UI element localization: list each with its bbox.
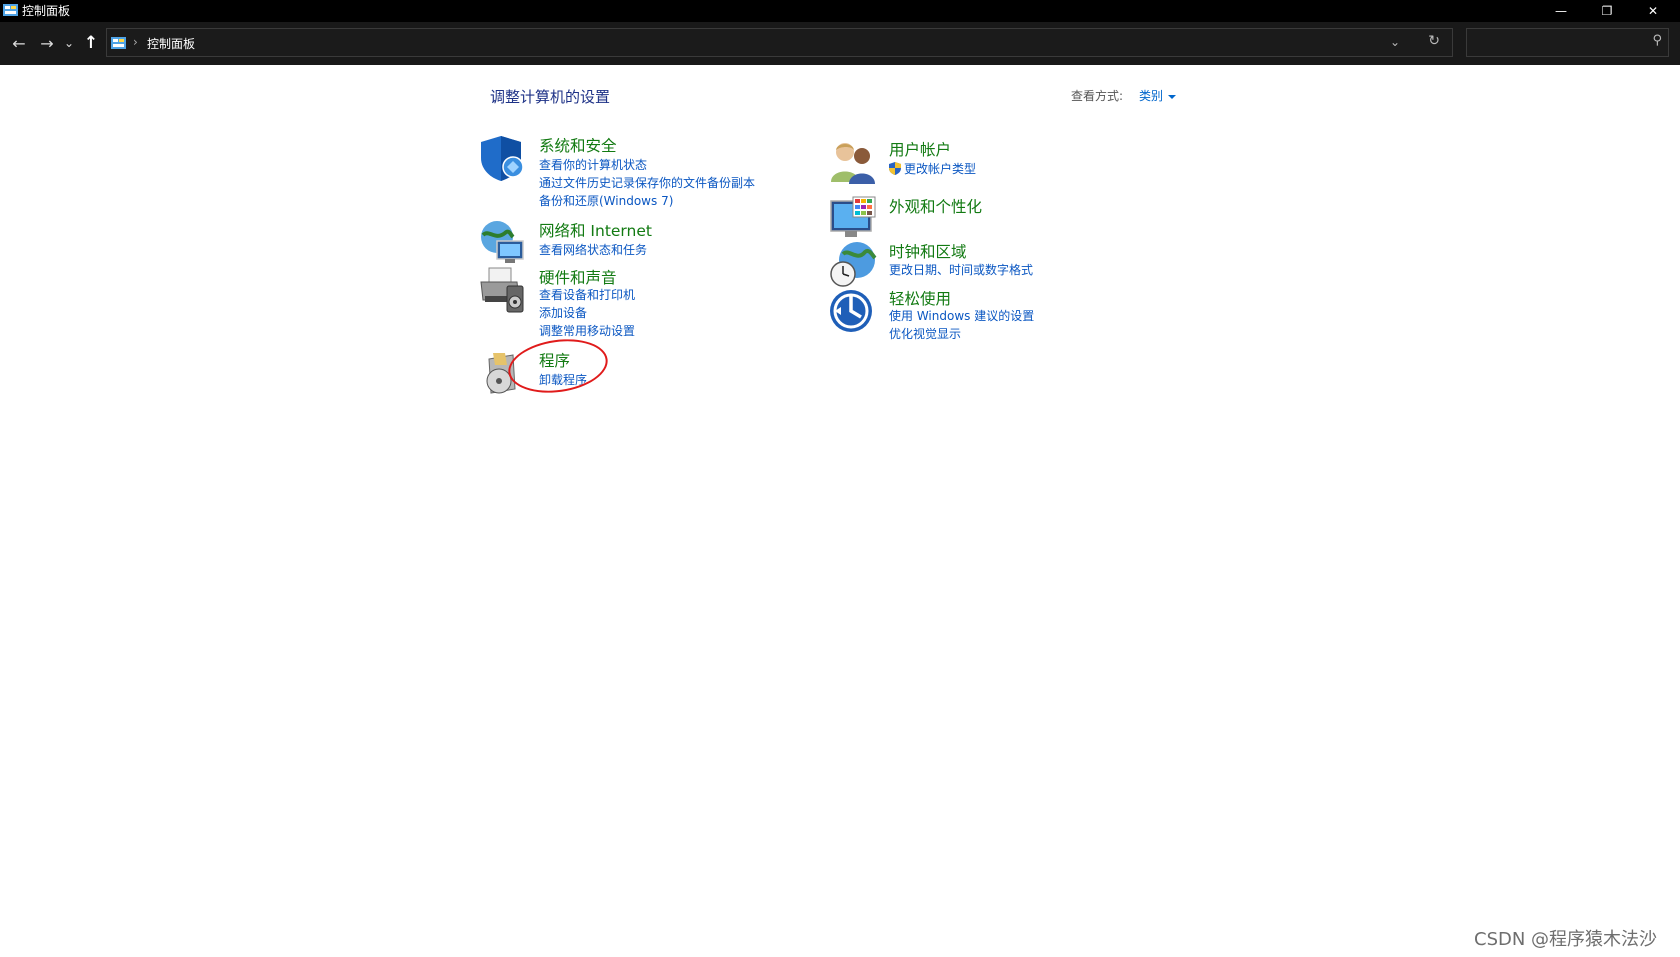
hardware-sound-title[interactable]: 硬件和声音 (539, 266, 617, 288)
category-network-internet: 网络和 Internet 查看网络状态和任务 (479, 219, 779, 265)
ease-of-access-icon[interactable] (829, 287, 877, 335)
hardware-link-3[interactable]: 调整常用移动设置 (539, 322, 635, 339)
breadcrumb-control-panel[interactable]: 控制面板 (147, 35, 195, 52)
shield-icon[interactable] (479, 134, 527, 182)
page-title: 调整计算机的设置 (490, 88, 611, 106)
clock-region-title[interactable]: 时钟和区域 (889, 240, 967, 262)
refresh-button[interactable]: ↻ (1428, 33, 1440, 49)
appearance-title[interactable]: 外观和个性化 (889, 195, 982, 217)
up-button[interactable]: ↑ (80, 30, 102, 56)
window-title: 控制面板 (22, 4, 71, 18)
close-button[interactable]: ✕ (1630, 0, 1676, 22)
minimize-button[interactable]: — (1538, 0, 1584, 22)
restore-button[interactable]: ❐ (1584, 0, 1630, 22)
search-icon[interactable]: ⚲ (1652, 33, 1662, 48)
user-accounts-title[interactable]: 用户帐户 (889, 138, 951, 160)
users-icon[interactable] (829, 138, 877, 186)
control-panel-icon (111, 37, 126, 49)
ease-of-access-link-2[interactable]: 优化视觉显示 (889, 325, 961, 342)
category-user-accounts: 用户帐户 更改帐户类型 (829, 138, 1079, 184)
hardware-link-2[interactable]: 添加设备 (539, 304, 587, 321)
address-bar[interactable]: › 控制面板 ⌄ ↻ (106, 28, 1453, 57)
ease-of-access-title[interactable]: 轻松使用 (889, 287, 951, 309)
network-link-1[interactable]: 查看网络状态和任务 (539, 241, 647, 258)
uac-shield-icon (889, 162, 901, 175)
breadcrumb-separator[interactable]: › (133, 35, 138, 49)
system-security-link-1[interactable]: 查看你的计算机状态 (539, 156, 647, 173)
user-accounts-link-text[interactable]: 更改帐户类型 (904, 162, 976, 176)
system-security-link-3[interactable]: 备份和还原(Windows 7) (539, 192, 673, 209)
user-accounts-link-1[interactable]: 更改帐户类型 (889, 160, 976, 177)
control-panel-icon (3, 4, 18, 16)
clock-globe-icon[interactable] (829, 240, 877, 288)
search-input[interactable]: ⚲ (1466, 28, 1669, 57)
monitor-palette-icon[interactable] (829, 195, 877, 243)
address-dropdown-button[interactable]: ⌄ (1390, 35, 1400, 49)
address-toolbar: ← → ⌄ ↑ › 控制面板 ⌄ ↻ ⚲ (0, 22, 1680, 65)
chevron-down-icon[interactable] (1168, 94, 1177, 99)
view-by-value[interactable]: 类别 (1139, 89, 1163, 103)
printer-speaker-icon[interactable] (479, 266, 527, 314)
back-button[interactable]: ← (8, 30, 30, 56)
globe-network-icon[interactable] (479, 219, 527, 267)
system-security-title[interactable]: 系统和安全 (539, 134, 617, 156)
recent-locations-button[interactable]: ⌄ (62, 30, 76, 56)
watermark: CSDN @程序猿木法沙 (1474, 929, 1658, 950)
view-by-label: 查看方式: (1071, 89, 1124, 103)
category-appearance: 外观和个性化 (829, 195, 1079, 243)
ease-of-access-link-1[interactable]: 使用 Windows 建议的设置 (889, 307, 1034, 324)
forward-button[interactable]: → (36, 30, 58, 56)
clock-region-link-1[interactable]: 更改日期、时间或数字格式 (889, 261, 1033, 278)
title-bar: 控制面板 — ❐ ✕ (0, 0, 1680, 22)
network-internet-title[interactable]: 网络和 Internet (539, 219, 652, 241)
hardware-link-1[interactable]: 查看设备和打印机 (539, 286, 635, 303)
view-by-dropdown[interactable]: 类别 (1139, 87, 1177, 104)
category-system-security: 系统和安全 查看你的计算机状态 通过文件历史记录保存你的文件备份副本 备份和还原… (479, 134, 779, 209)
category-ease-of-access: 轻松使用 使用 Windows 建议的设置 优化视觉显示 (829, 287, 1079, 347)
category-hardware-sound: 硬件和声音 查看设备和打印机 添加设备 调整常用移动设置 (479, 266, 779, 338)
category-clock-region: 时钟和区域 更改日期、时间或数字格式 (829, 240, 1079, 288)
system-security-link-2[interactable]: 通过文件历史记录保存你的文件备份副本 (539, 174, 755, 191)
